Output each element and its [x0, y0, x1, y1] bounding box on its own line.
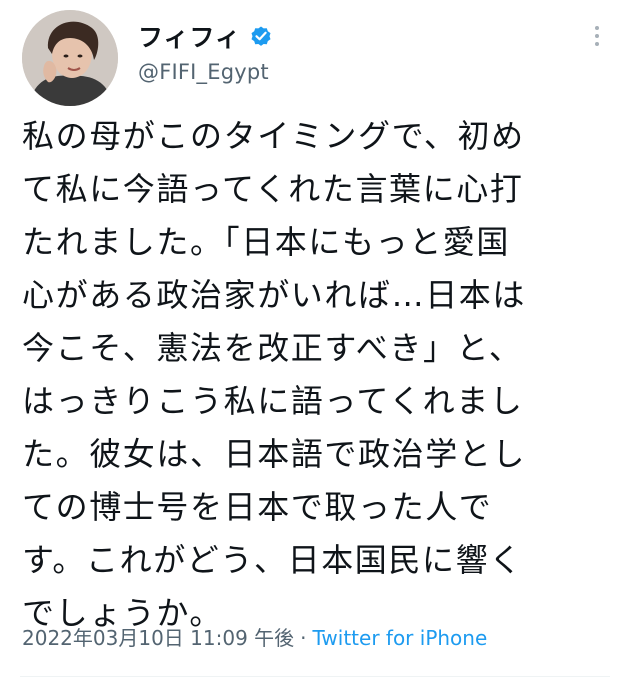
meta-separator: · [300, 626, 307, 650]
tweet-meta: 2022年03月10日 11:09 午後 · Twitter for iPhone [22, 622, 487, 651]
author-handle[interactable]: @FIFI_Egypt [138, 60, 273, 84]
avatar[interactable] [22, 10, 118, 106]
divider [20, 676, 610, 677]
tweet-timestamp[interactable]: 2022年03月10日 11:09 午後 [22, 626, 294, 650]
name-row: フィフィ [138, 18, 273, 54]
tweet-header: フィフィ @FIFI_Egypt [20, 8, 610, 108]
tweet-card: フィフィ @FIFI_Egypt 私の母がこのタイミングで、初め て私に今語って… [0, 0, 630, 680]
tweet-source-link[interactable]: Twitter for iPhone [313, 626, 488, 650]
avatar-photo [22, 10, 118, 106]
more-options-icon[interactable] [590, 24, 604, 52]
verified-badge-icon [249, 24, 273, 48]
tweet-text: 私の母がこのタイミングで、初め て私に今語ってくれた言葉に心打 たれました。「日… [22, 117, 527, 632]
author-display-name[interactable]: フィフィ [138, 18, 241, 54]
author-identity: フィフィ @FIFI_Egypt [138, 18, 273, 84]
